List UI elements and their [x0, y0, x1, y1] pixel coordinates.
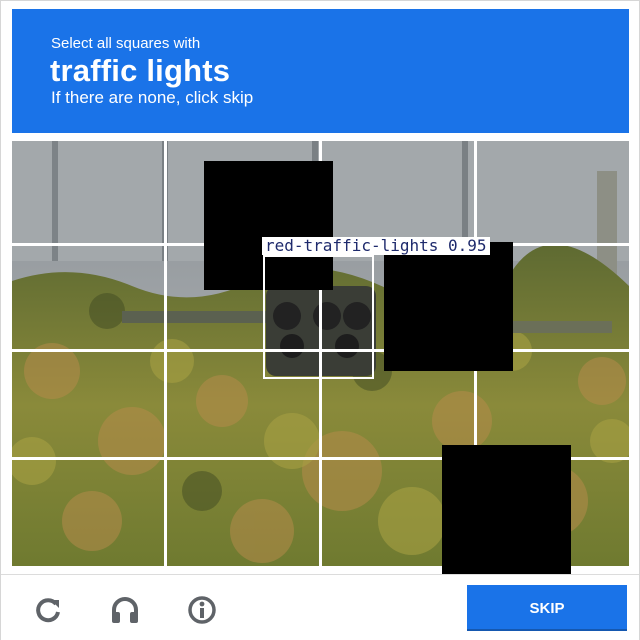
instruction-line: Select all squares with — [51, 35, 201, 52]
headphones-icon — [112, 597, 138, 623]
grid-tile[interactable] — [167, 460, 319, 566]
redaction-block — [384, 242, 513, 371]
instructions-header: Select all squares with traffic lights I… — [12, 9, 629, 133]
grid-tile[interactable] — [12, 352, 164, 457]
grid-tile[interactable] — [477, 141, 629, 243]
instruction-hint: If there are none, click skip — [51, 88, 254, 107]
info-button[interactable] — [179, 590, 225, 630]
redaction-block — [442, 445, 571, 574]
captcha-widget: Select all squares with traffic lights I… — [0, 0, 640, 640]
info-icon — [188, 596, 216, 624]
captcha-footer: SKIP — [1, 574, 639, 640]
grid-tile[interactable] — [12, 141, 164, 243]
challenge-target: traffic lights — [50, 53, 231, 88]
grid-tile[interactable] — [12, 246, 164, 349]
reload-icon — [36, 598, 60, 623]
grid-tile[interactable] — [322, 141, 474, 243]
reload-button[interactable] — [25, 590, 71, 630]
grid-tile[interactable] — [12, 460, 164, 566]
detection-box — [263, 255, 374, 379]
detection-label: red-traffic-lights 0.95 — [262, 237, 490, 255]
audio-challenge-button[interactable] — [102, 590, 148, 630]
skip-button[interactable]: SKIP — [467, 585, 627, 631]
